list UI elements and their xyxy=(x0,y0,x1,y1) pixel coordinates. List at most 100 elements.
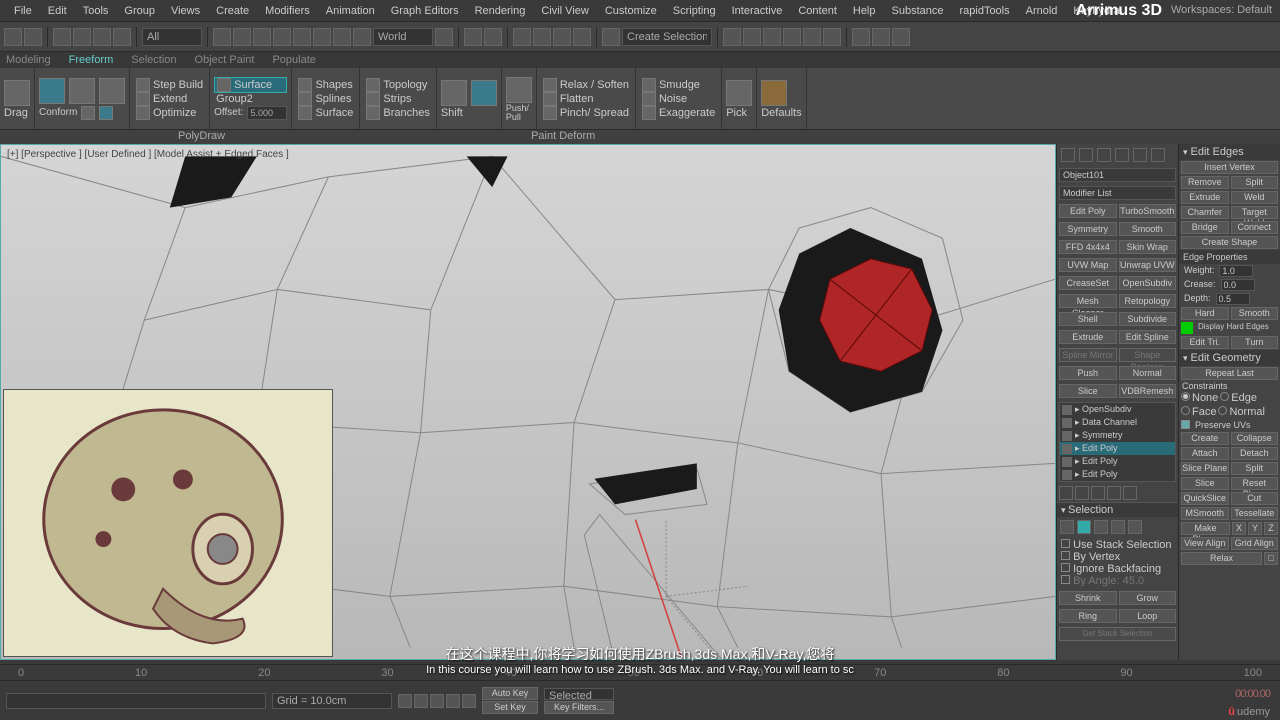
mod-opensubdiv[interactable]: ▸ OpenSubdiv xyxy=(1060,403,1175,416)
shrink-button[interactable]: Shrink xyxy=(1059,591,1117,605)
offset-input[interactable] xyxy=(247,106,287,120)
modifier-stack[interactable]: ▸ OpenSubdiv▸ Data Channel▸ Symmetry ▸ Ed… xyxy=(1059,402,1176,482)
auto-key-button[interactable]: Auto Key xyxy=(482,687,538,700)
coord-sys[interactable] xyxy=(373,28,433,46)
spline-mirror-button[interactable]: Spline Mirror xyxy=(1059,348,1117,362)
menu-graph-editors[interactable]: Graph Editors xyxy=(383,5,467,17)
display-hard-label[interactable]: Display Hard Edges xyxy=(1195,322,1272,334)
ring-button[interactable]: Ring xyxy=(1059,609,1117,623)
smooth-button[interactable]: Smooth xyxy=(1119,222,1177,236)
split-button[interactable]: Split xyxy=(1231,176,1279,189)
constraint-normal-radio[interactable] xyxy=(1218,406,1227,415)
flatten-button[interactable]: Flatten xyxy=(541,92,631,106)
retopology-button[interactable]: Retopology xyxy=(1119,294,1177,308)
menu-views[interactable]: Views xyxy=(163,5,208,17)
menu-civil-view[interactable]: Civil View xyxy=(533,5,596,17)
key-filters-button[interactable]: Key Filters... xyxy=(544,701,614,714)
placement-icon[interactable] xyxy=(353,28,371,46)
slice-button[interactable]: Slice xyxy=(1181,477,1229,490)
edit-geometry-header[interactable]: ▾ Edit Geometry xyxy=(1179,350,1280,366)
relax-button[interactable]: Relax / Soften xyxy=(541,78,631,92)
menu-edit[interactable]: Edit xyxy=(40,5,75,17)
viewport[interactable]: [+] [Perspective ] [User Defined ] [Mode… xyxy=(0,144,1056,660)
defaults-icon[interactable] xyxy=(761,80,787,106)
slice-button[interactable]: Slice xyxy=(1059,384,1117,398)
bind-icon[interactable] xyxy=(93,28,111,46)
subobj-border-icon[interactable] xyxy=(1094,520,1108,534)
normal-button[interactable]: Normal xyxy=(1119,366,1177,380)
shell-button[interactable]: Shell xyxy=(1059,312,1117,326)
symmetry-button[interactable]: Symmetry xyxy=(1059,222,1117,236)
ribbon-tab-populate[interactable]: Populate xyxy=(272,54,315,66)
menu-create[interactable]: Create xyxy=(208,5,257,17)
menu-rendering[interactable]: Rendering xyxy=(467,5,534,17)
mesh-cleaner-button[interactable]: Mesh Cleaner xyxy=(1059,294,1117,308)
cut-button[interactable]: Cut xyxy=(1231,492,1279,505)
skin-wrap-button[interactable]: Skin Wrap xyxy=(1119,240,1177,254)
pinch-button[interactable]: Pinch/ Spread xyxy=(541,106,631,120)
make-planar-button[interactable]: Make Planar xyxy=(1181,522,1230,535)
mod-edit-poly[interactable]: ▸ Edit Poly xyxy=(1060,468,1175,481)
menu-content[interactable]: Content xyxy=(790,5,845,17)
subobj-edge-icon[interactable] xyxy=(1077,520,1091,534)
depth-input[interactable] xyxy=(1216,293,1250,305)
prompt-field[interactable] xyxy=(6,693,266,709)
drag-icon[interactable] xyxy=(4,80,30,106)
crease-input[interactable] xyxy=(1221,279,1255,291)
mod-data-channel[interactable]: ▸ Data Channel xyxy=(1060,416,1175,429)
menu-group[interactable]: Group xyxy=(116,5,163,17)
constraint-face-radio[interactable] xyxy=(1181,406,1190,415)
remove-button[interactable]: Remove xyxy=(1181,176,1229,189)
ribbon-tab-selection[interactable]: Selection xyxy=(131,54,176,66)
push-button[interactable]: Push xyxy=(1059,366,1117,380)
menu-customize[interactable]: Customize xyxy=(597,5,665,17)
spinner-snap-icon[interactable] xyxy=(573,28,591,46)
prev-frame-icon[interactable] xyxy=(414,694,428,708)
conform-icon[interactable] xyxy=(39,78,65,104)
menu-file[interactable]: File xyxy=(6,5,40,17)
extend-button[interactable]: Extend xyxy=(134,92,205,106)
mod-edit-poly[interactable]: ▸ Edit Poly xyxy=(1060,455,1175,468)
subobj-element-icon[interactable] xyxy=(1128,520,1142,534)
select-manip-icon[interactable] xyxy=(464,28,482,46)
connect-button[interactable]: Connect xyxy=(1231,221,1279,234)
key-mode[interactable]: Selected xyxy=(544,688,614,700)
get-stack-button[interactable]: Get Stack Selection xyxy=(1059,627,1176,641)
shift-alt-icon[interactable] xyxy=(471,80,497,106)
hard-button[interactable]: Hard xyxy=(1181,307,1229,320)
menu-scripting[interactable]: Scripting xyxy=(665,5,724,17)
next-frame-icon[interactable] xyxy=(446,694,460,708)
weld-button[interactable]: Weld xyxy=(1231,191,1279,204)
goto-end-icon[interactable] xyxy=(462,694,476,708)
menu-tools[interactable]: Tools xyxy=(75,5,117,17)
target-weld-button[interactable]: Target Weld xyxy=(1231,206,1279,219)
window-crossing-icon[interactable] xyxy=(273,28,291,46)
angle-snap-icon[interactable] xyxy=(533,28,551,46)
step-build-button[interactable]: Step Build xyxy=(134,78,205,92)
stack-show-icon[interactable] xyxy=(1075,486,1089,500)
turbosmooth-button[interactable]: TurboSmooth xyxy=(1119,204,1177,218)
repeat-last-button[interactable]: Repeat Last xyxy=(1181,367,1278,380)
view-align-button[interactable]: View Align xyxy=(1181,537,1229,550)
render-icon[interactable] xyxy=(892,28,910,46)
pick-icon[interactable] xyxy=(726,80,752,106)
menu-interactive[interactable]: Interactive xyxy=(724,5,791,17)
edit-tri-button[interactable]: Edit Tri. xyxy=(1181,336,1229,349)
creaseset-button[interactable]: CreaseSet xyxy=(1059,276,1117,290)
smudge-button[interactable]: Smudge xyxy=(640,78,717,92)
split-button[interactable]: Split xyxy=(1231,462,1279,475)
grid-align-button[interactable]: Grid Align xyxy=(1231,537,1279,550)
stack-remove-icon[interactable] xyxy=(1107,486,1121,500)
mod-symmetry[interactable]: ▸ Symmetry xyxy=(1060,429,1175,442)
workspace-selector[interactable]: Workspaces: Default xyxy=(1171,4,1272,16)
collapse-button[interactable]: Collapse xyxy=(1231,432,1279,445)
edit-spline-button[interactable]: Edit Spline xyxy=(1119,330,1177,344)
cp-display-icon[interactable] xyxy=(1133,148,1147,162)
stack-config-icon[interactable] xyxy=(1123,486,1137,500)
pivot-icon[interactable] xyxy=(435,28,453,46)
redo-icon[interactable] xyxy=(24,28,42,46)
set-key-button[interactable]: Set Key xyxy=(482,701,538,714)
vdbremesh-button[interactable]: VDBRemesh xyxy=(1119,384,1177,398)
msmooth-button[interactable]: MSmooth xyxy=(1181,507,1229,520)
select-icon[interactable] xyxy=(213,28,231,46)
